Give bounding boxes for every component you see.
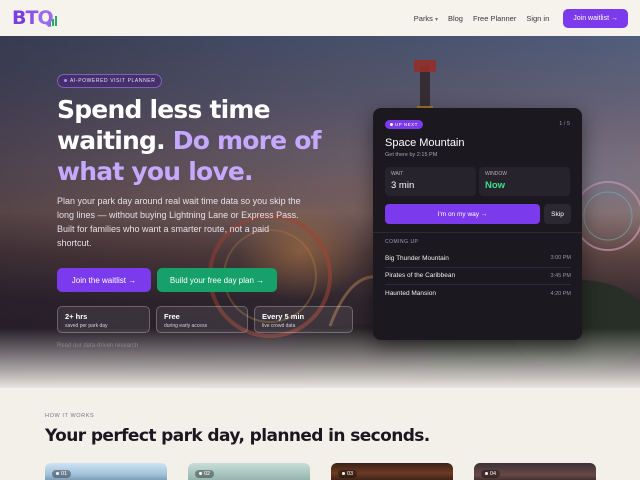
join-waitlist-nav-button[interactable]: Join waitlist →: [563, 8, 628, 28]
up-next-label: UP NEXT: [395, 122, 418, 127]
step-number-label: 02: [204, 471, 211, 477]
nav-link-blog[interactable]: Blog: [448, 14, 463, 23]
ride-name: Haunted Mansion: [385, 290, 436, 298]
stat-label: saved per park day: [65, 323, 108, 329]
coming-up-label: COMING UP: [385, 239, 419, 245]
hero-section: AI-POWERED VISIT PLANNER Spend less time…: [0, 36, 640, 388]
step-number: 01: [52, 470, 72, 478]
badge-dot-icon: [390, 123, 393, 127]
step-number-label: 03: [347, 471, 354, 477]
build-day-plan-button[interactable]: Build your free day plan →: [157, 268, 277, 292]
badge-dot-icon: [342, 472, 345, 476]
join-waitlist-button[interactable]: Join the waitlist →: [57, 268, 151, 292]
hero-subtitle: Plan your park day around real wait time…: [57, 196, 301, 248]
chevron-down-icon: ▾: [434, 16, 438, 23]
step-number-label: 04: [490, 471, 497, 477]
stat-label: live crowd data: [262, 323, 296, 329]
hero-stats: 2+ hrs saved per park day Free during ea…: [57, 306, 353, 333]
step-card-2[interactable]: 02: [188, 463, 310, 480]
ride-name: Big Thunder Mountain: [385, 254, 449, 262]
step-number: 04: [481, 470, 501, 478]
step-card-3[interactable]: 03: [331, 463, 453, 480]
how-it-works-label: HOW IT WORKS: [45, 413, 95, 419]
list-item[interactable]: Big Thunder Mountain 3:00 PM: [385, 250, 571, 268]
stat-price: Free during early access: [156, 306, 248, 333]
window-value: Now: [485, 180, 506, 191]
stat-value: 2+ hrs: [65, 312, 88, 321]
step-number-label: 01: [61, 471, 68, 477]
ai-badge: AI-POWERED VISIT PLANNER: [57, 74, 163, 88]
badge-dot-icon: [199, 472, 202, 476]
ai-badge-label: AI-POWERED VISIT PLANNER: [70, 78, 156, 84]
step-card-1[interactable]: 01: [45, 463, 167, 480]
top-nav: BTQ Parks ▾ Blog Free Planner Sign in Joi…: [0, 0, 640, 36]
ride-name: Pirates of the Caribbean: [385, 272, 456, 280]
list-item[interactable]: Haunted Mansion 4:20 PM: [385, 285, 571, 303]
stat-value: Free: [164, 312, 180, 321]
badge-dot-icon: [485, 472, 488, 476]
up-next-badge: UP NEXT: [385, 120, 423, 129]
stat-time-saved: 2+ hrs saved per park day: [57, 306, 150, 333]
nav-link-free-planner[interactable]: Free Planner: [473, 14, 516, 23]
nav-link-parks-label: Parks: [413, 13, 433, 23]
wait-value: 3 min: [391, 180, 415, 191]
on-my-way-button[interactable]: I'm on my way →: [385, 204, 540, 224]
window-label: WINDOW: [485, 171, 507, 177]
skip-button[interactable]: Skip: [544, 204, 571, 224]
how-it-works-title: Your perfect park day, planned in second…: [45, 426, 430, 446]
stat-refresh: Every 5 min live crowd data: [254, 306, 353, 333]
stat-label: during early access: [164, 323, 208, 329]
window-box: WINDOW Now: [479, 167, 570, 196]
wait-box: WAIT 3 min: [385, 167, 476, 196]
step-number: 03: [338, 470, 358, 478]
up-next-card: UP NEXT 1 / 5 Space Mountain Get there b…: [373, 108, 582, 340]
ride-time: 3:45 PM: [550, 272, 571, 279]
badge-dot-icon: [64, 79, 67, 83]
nav-link-sign-in[interactable]: Sign in: [526, 14, 549, 23]
ride-time: 3:00 PM: [550, 255, 571, 262]
ride-time: 4:20 PM: [550, 290, 571, 297]
list-item[interactable]: Pirates of the Caribbean 3:45 PM: [385, 268, 571, 285]
step-card-4[interactable]: 04: [474, 463, 596, 480]
hero-headline: Spend less time waiting. Do more of what…: [57, 94, 337, 187]
coming-up-list: Big Thunder Mountain 3:00 PM Pirates of …: [385, 250, 571, 303]
card-divider: [373, 232, 582, 233]
nav-link-parks[interactable]: Parks ▾: [414, 14, 438, 23]
ride-counter: 1 / 5: [559, 121, 570, 127]
stat-value: Every 5 min: [262, 312, 305, 321]
wait-label: WAIT: [391, 171, 404, 177]
step-number: 02: [195, 470, 215, 478]
badge-dot-icon: [56, 472, 59, 476]
research-link[interactable]: Read our data-driven research: [57, 343, 138, 349]
get-there-by: Get there by 2:15 PM: [385, 152, 438, 158]
ride-title: Space Mountain: [385, 137, 465, 149]
brand-logo[interactable]: BTQ: [12, 7, 57, 29]
